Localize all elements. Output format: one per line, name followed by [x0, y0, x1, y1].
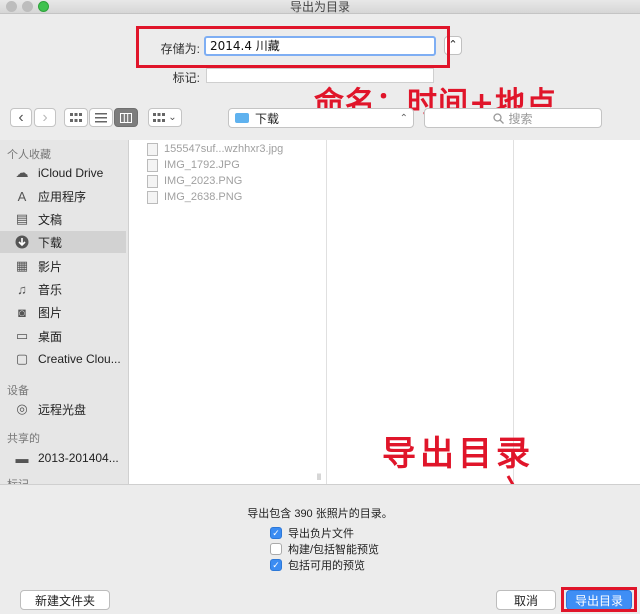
file-item[interactable]: IMG_1792.JPG [147, 157, 240, 173]
sidebar-item-icloud[interactable]: ☁ iCloud Drive [0, 162, 126, 184]
new-folder-button[interactable]: 新建文件夹 [20, 590, 110, 610]
checkbox-checked-icon: ✓ [270, 559, 282, 571]
apps-icon: A [17, 188, 27, 204]
cloud-icon: ☁ [15, 165, 29, 180]
sidebar-item-remote-disc[interactable]: ◎ 远程光盘 [0, 398, 126, 420]
file-name: IMG_2638.PNG [164, 191, 243, 203]
checkbox-label: 构建/包括智能预览 [288, 544, 380, 556]
image-file-icon [147, 174, 158, 188]
back-button[interactable]: ‹ [10, 108, 32, 127]
sidebar-item-label: Creative Clou... [38, 352, 121, 366]
sidebar-item-creative-cloud[interactable]: ▢ Creative Clou... [0, 348, 126, 370]
file-item[interactable]: IMG_2638.PNG [147, 189, 242, 205]
column-view-button[interactable] [114, 108, 138, 127]
list-icon [95, 112, 107, 122]
title-bar: 导出为目录 [0, 0, 640, 14]
sidebar-item-applications[interactable]: A 应用程序 [0, 185, 126, 207]
sidebar-item-movies[interactable]: ▦ 影片 [0, 255, 126, 277]
sidebar-item-label: 下载 [38, 235, 63, 250]
checkbox-available-previews[interactable]: ✓ 包括可用的预览 [270, 558, 365, 572]
column-resize-handle[interactable]: ll [317, 472, 321, 482]
movies-icon: ▦ [15, 258, 29, 273]
sidebar-item-label: 2013-201404... [38, 451, 119, 465]
bottom-bar: 新建文件夹 取消 导出目录 [0, 582, 640, 614]
sidebar-item-label: 桌面 [38, 329, 63, 344]
documents-icon: ▤ [15, 211, 29, 226]
annotation-box-export [561, 587, 637, 612]
checkbox-label: 导出负片文件 [288, 528, 354, 540]
export-options: 导出包含 390 张照片的目录。 ✓ 导出负片文件 构建/包括智能预览 ✓ 包括… [0, 484, 640, 582]
file-name: IMG_2023.PNG [164, 175, 243, 187]
chevron-updown-icon: ⌃ [399, 112, 408, 124]
search-input[interactable]: 搜索 [424, 108, 602, 128]
sidebar-item-label: 远程光盘 [38, 402, 87, 417]
chevron-down-icon: ⌄ [168, 112, 177, 123]
sidebar-item-downloads[interactable]: 下载 [0, 231, 126, 253]
file-icon [147, 142, 158, 156]
devices-header: 设备 [7, 385, 29, 397]
sidebar-item-label: iCloud Drive [38, 166, 104, 180]
icon-view-button[interactable] [64, 108, 88, 127]
checkbox-smart-previews[interactable]: 构建/包括智能预览 [270, 542, 379, 556]
file-item[interactable]: IMG_2023.PNG [147, 173, 242, 189]
computer-icon: ▬ [15, 450, 29, 466]
sidebar-item-label: 图片 [38, 305, 63, 320]
sidebar-item-pictures[interactable]: ◙ 图片 [0, 301, 126, 323]
checkbox-unchecked-icon [270, 543, 282, 555]
column-divider [326, 140, 327, 484]
group-grid-icon [153, 112, 166, 122]
checkbox-label: 包括可用的预览 [288, 560, 365, 572]
sidebar-item-desktop[interactable]: ▭ 桌面 [0, 325, 126, 347]
folder-icon: ▢ [15, 351, 29, 366]
favorites-header: 个人收藏 [7, 149, 51, 161]
group-by-button[interactable]: ⌄ [148, 108, 182, 127]
tags-header: 标记 [7, 476, 29, 484]
window-title: 导出为目录 [289, 0, 350, 14]
download-icon [14, 234, 30, 250]
sidebar: 个人收藏 ☁ iCloud Drive A 应用程序 ▤ 文稿 下载 ▦ 影片 … [0, 140, 128, 484]
file-name: 155547suf...wzhhxr3.jpg [164, 143, 284, 155]
sidebar-item-label: 音乐 [38, 282, 63, 297]
tags-label: 标记: [172, 71, 200, 85]
grid-icon [70, 112, 82, 122]
annotation-export: 导出目录 [382, 434, 534, 474]
sidebar-item-shared-computer[interactable]: ▬ 2013-201404... [0, 447, 126, 469]
music-icon: ♫ [17, 281, 27, 297]
columns-icon [120, 112, 132, 123]
cancel-button[interactable]: 取消 [496, 590, 556, 610]
disc-icon: ◎ [16, 401, 28, 416]
folder-icon [235, 113, 249, 123]
sidebar-item-label: 文稿 [38, 212, 63, 227]
location-label: 下载 [255, 111, 280, 126]
desktop-icon: ▭ [15, 328, 29, 343]
camera-icon: ◙ [18, 304, 26, 320]
list-view-button[interactable] [89, 108, 113, 127]
export-info: 导出包含 390 张照片的目录。 [247, 508, 393, 520]
checkbox-checked-icon: ✓ [270, 527, 282, 539]
file-item[interactable]: 155547suf...wzhhxr3.jpg [147, 141, 283, 157]
shared-header: 共享的 [7, 433, 40, 445]
search-placeholder: 搜索 [508, 111, 533, 126]
file-name: IMG_1792.JPG [164, 159, 240, 171]
sidebar-item-music[interactable]: ♫ 音乐 [0, 278, 126, 300]
checkbox-export-negatives[interactable]: ✓ 导出负片文件 [270, 526, 354, 540]
image-file-icon [147, 158, 158, 172]
sidebar-item-label: 影片 [38, 259, 63, 274]
forward-button[interactable]: › [34, 108, 56, 127]
sidebar-item-label: 应用程序 [38, 189, 87, 204]
location-select[interactable]: 下载 ⌃ [228, 108, 414, 128]
search-icon [493, 112, 505, 124]
image-file-icon [147, 190, 158, 204]
sidebar-item-documents[interactable]: ▤ 文稿 [0, 208, 126, 230]
annotation-box-save-as [136, 26, 450, 68]
